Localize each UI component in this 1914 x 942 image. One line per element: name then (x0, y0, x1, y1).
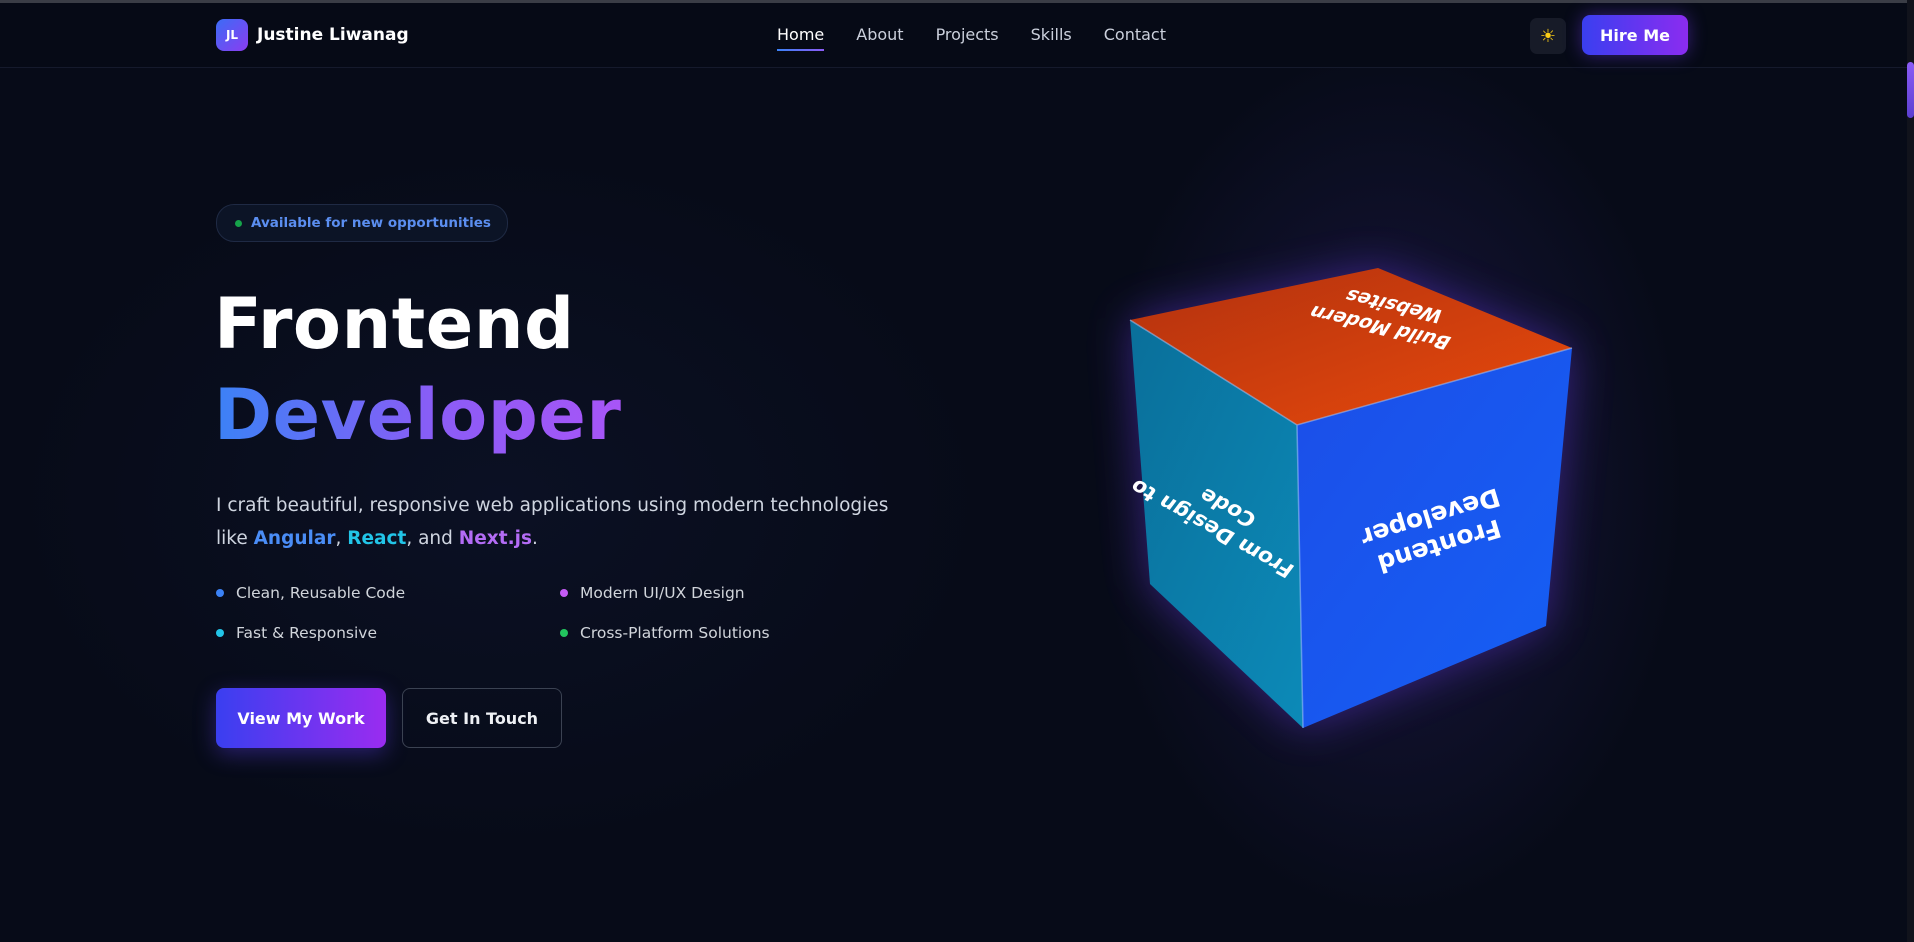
feature-item: Cross-Platform Solutions (560, 624, 770, 642)
feature-item: Fast & Responsive (216, 624, 377, 642)
brand-logo[interactable]: JL Justine Liwanag (216, 19, 409, 51)
brand-initials-badge: JL (216, 19, 248, 51)
availability-badge: Available for new opportunities (216, 204, 508, 242)
hire-me-button[interactable]: Hire Me (1582, 15, 1688, 55)
view-my-work-button[interactable]: View My Work (216, 688, 386, 748)
cube-graphic: Build Modern Websites From Design to Cod… (1125, 268, 1573, 729)
nav-link-about[interactable]: About (856, 25, 903, 44)
desc-suffix: . (531, 528, 538, 549)
nav-link-contact[interactable]: Contact (1104, 25, 1166, 44)
feature-item: Clean, Reusable Code (216, 584, 405, 602)
feature-label: Clean, Reusable Code (236, 584, 406, 602)
sun-icon: ☀ (1539, 25, 1557, 47)
feature-label: Modern UI/UX Design (580, 584, 745, 602)
portfolio-page: JL Justine Liwanag Home About Projects S… (0, 0, 1914, 942)
bullet-dot-icon (216, 589, 224, 597)
hero-title-line2: Developer (214, 374, 622, 456)
theme-toggle-button[interactable]: ☀ (1530, 18, 1566, 54)
status-dot-icon (235, 219, 242, 227)
brand-name: Justine Liwanag (257, 25, 409, 45)
tech-nextjs: Next.js (458, 528, 532, 549)
hero-description: I craft beautiful, responsive web applic… (216, 489, 896, 555)
nav-link-home[interactable]: Home (777, 25, 825, 51)
top-navigation: JL Justine Liwanag Home About Projects S… (0, 3, 1907, 68)
get-in-touch-button[interactable]: Get In Touch (402, 688, 562, 748)
rotating-cube[interactable]: Build Modern Websites From Design to Cod… (1100, 250, 1600, 750)
availability-text: Available for new opportunities (251, 215, 491, 231)
bullet-dot-icon (560, 589, 568, 597)
desc-sep1: , (335, 528, 348, 549)
desc-sep2: , and (406, 528, 459, 549)
tech-angular: Angular (253, 528, 336, 549)
hero-title-line1: Frontend (214, 283, 575, 365)
nav-link-projects[interactable]: Projects (936, 25, 999, 44)
feature-label: Cross-Platform Solutions (580, 624, 770, 642)
scrollbar-track[interactable] (1907, 0, 1914, 942)
feature-item: Modern UI/UX Design (560, 584, 745, 602)
feature-label: Fast & Responsive (236, 624, 378, 642)
tech-react: React (347, 528, 407, 549)
bullet-dot-icon (216, 629, 224, 637)
scrollbar-thumb[interactable] (1907, 62, 1914, 118)
bullet-dot-icon (560, 629, 568, 637)
nav-links: Home About Projects Skills Contact (777, 25, 1166, 51)
nav-link-skills[interactable]: Skills (1031, 25, 1072, 44)
